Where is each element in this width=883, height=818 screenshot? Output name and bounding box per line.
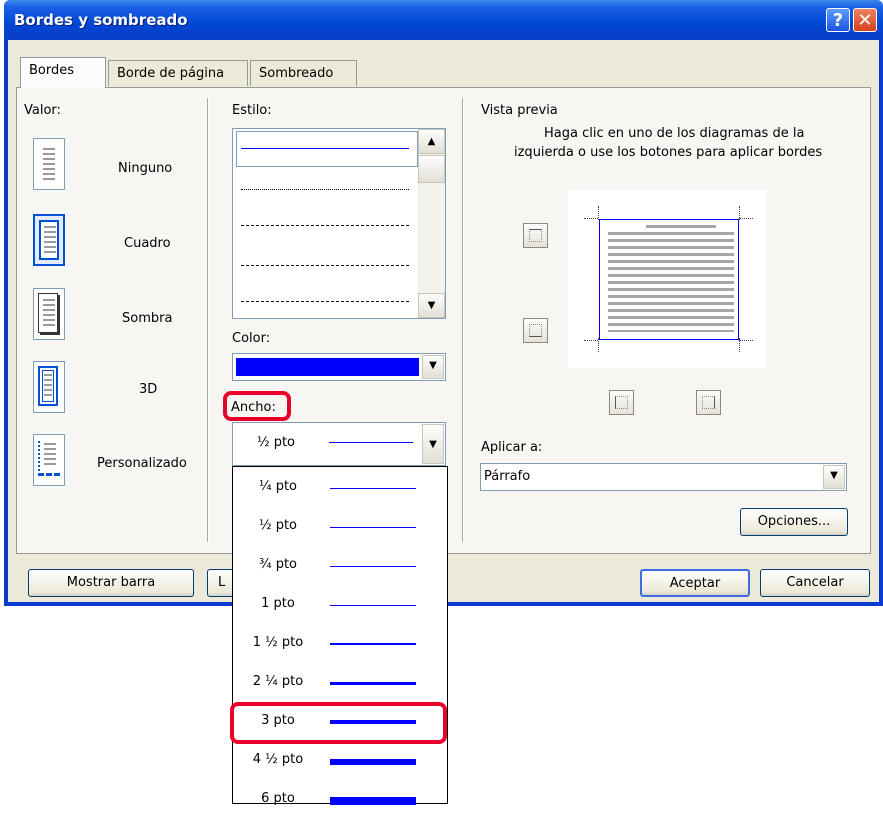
tab-label: Bordes <box>29 63 75 78</box>
setting-box-label[interactable]: Cuadro <box>124 236 171 251</box>
scroll-down-button[interactable]: ▼ <box>418 293 445 318</box>
right-border-icon <box>702 396 715 409</box>
width-current-sample <box>329 442 413 443</box>
width-option[interactable]: 1 ½ pto <box>233 623 447 662</box>
width-option-label: ¼ pto <box>258 479 298 494</box>
width-option-label: ½ pto <box>258 518 298 533</box>
setting-none-icon[interactable] <box>33 138 65 190</box>
width-option-label: 1 pto <box>261 596 295 611</box>
column-divider <box>462 98 464 542</box>
style-option-dashed-large[interactable] <box>241 265 409 266</box>
options-button[interactable]: Opciones... <box>740 508 848 536</box>
preview-hint-line1: Haga clic en uno de los diagramas de la <box>544 126 805 141</box>
width-option[interactable]: 1 pto <box>233 584 447 623</box>
apply-to-value: Párrafo <box>484 469 531 484</box>
width-option-label: 2 ¼ pto <box>252 674 304 689</box>
border-right-button[interactable] <box>696 390 721 415</box>
width-option[interactable]: 6 pto <box>233 779 447 818</box>
setting-shadow-label[interactable]: Sombra <box>122 311 172 326</box>
tab-label: Borde de página <box>117 66 225 81</box>
width-option-sample <box>330 488 416 489</box>
setting-label: Valor: <box>24 103 61 118</box>
setting-shadow-icon[interactable] <box>33 288 65 340</box>
width-option-label: 1 ½ pto <box>252 635 304 650</box>
arrow-up-icon: ▲ <box>427 136 436 147</box>
color-dropdown-button[interactable]: ▼ <box>422 355 444 379</box>
preview-hint-line2: izquierda o use los botones para aplicar… <box>514 145 823 160</box>
width-option-highlight <box>230 702 447 744</box>
setting-custom-icon[interactable] <box>33 434 65 486</box>
setting-custom-label[interactable]: Personalizado <box>97 456 187 471</box>
tab-bordes[interactable]: Bordes <box>20 57 106 88</box>
width-label-highlight <box>223 391 291 421</box>
color-label: Color: <box>232 331 271 346</box>
style-selected-frame <box>236 131 418 167</box>
ok-button[interactable]: Aceptar <box>640 569 750 597</box>
width-current-value: ½ pto <box>256 435 296 450</box>
scroll-thumb[interactable] <box>418 155 445 183</box>
preview-label: Vista previa <box>481 103 558 118</box>
top-border-icon <box>529 229 542 242</box>
setting-3d-label[interactable]: 3D <box>139 382 157 397</box>
bottom-border-icon <box>529 324 542 337</box>
chevron-down-icon: ▼ <box>429 360 437 371</box>
arrow-down-icon: ▼ <box>427 300 436 311</box>
apply-to-label: Aplicar a: <box>481 440 543 455</box>
chevron-down-icon: ▼ <box>830 470 838 481</box>
style-option-dotted[interactable] <box>241 189 409 190</box>
left-border-icon <box>615 396 628 409</box>
setting-box-icon[interactable] <box>33 214 65 266</box>
style-option-solid[interactable] <box>241 148 409 149</box>
chevron-down-icon: ▼ <box>429 439 437 450</box>
width-option-label: ¾ pto <box>258 557 298 572</box>
color-combobox[interactable]: ▼ <box>232 353 446 381</box>
show-toolbar-button[interactable]: Mostrar barra <box>28 569 194 597</box>
column-divider <box>207 98 209 542</box>
width-option-sample <box>330 605 416 606</box>
style-option-dash-dot[interactable] <box>241 301 409 302</box>
width-option-sample <box>330 643 416 645</box>
style-label: Estilo: <box>232 103 272 118</box>
width-combobox[interactable]: ½ pto ▼ <box>232 422 446 466</box>
apply-to-combobox[interactable]: Párrafo ▼ <box>480 463 847 491</box>
width-option-sample <box>330 682 416 685</box>
width-option[interactable]: 2 ¼ pto <box>233 662 447 701</box>
preview-area[interactable] <box>568 190 766 368</box>
width-option-sample <box>330 527 416 528</box>
setting-none-label[interactable]: Ninguno <box>118 161 172 176</box>
cancel-button[interactable]: Cancelar <box>760 569 870 597</box>
preview-paragraph-border[interactable] <box>599 219 739 340</box>
width-option-label: 4 ½ pto <box>252 752 304 767</box>
help-icon: ? <box>832 10 844 31</box>
width-option[interactable]: ½ pto <box>233 506 447 545</box>
width-option[interactable]: ¼ pto <box>233 467 447 506</box>
scroll-up-button[interactable]: ▲ <box>418 129 445 154</box>
setting-3d-icon[interactable] <box>33 361 65 413</box>
tab-sombreado[interactable]: Sombreado <box>250 60 357 86</box>
apply-to-dropdown-button[interactable]: ▼ <box>823 465 845 489</box>
help-button[interactable]: ? <box>826 8 850 32</box>
tab-label: Sombreado <box>259 66 334 81</box>
width-dropdown-list[interactable]: ¼ pto ½ pto ¾ pto 1 pto 1 ½ pto 2 ¼ pto … <box>232 466 448 806</box>
width-option-sample <box>330 566 416 567</box>
width-dropdown-button[interactable]: ▼ <box>422 424 444 464</box>
border-left-button[interactable] <box>609 390 634 415</box>
close-icon: ✕ <box>857 10 873 31</box>
width-option[interactable]: ¾ pto <box>233 545 447 584</box>
style-listbox[interactable] <box>232 128 446 319</box>
border-top-button[interactable] <box>523 223 548 248</box>
style-option-dashed-small[interactable] <box>241 225 409 226</box>
width-option-sample <box>330 759 416 765</box>
close-button[interactable]: ✕ <box>853 8 877 32</box>
width-option[interactable]: 4 ½ pto <box>233 740 447 779</box>
window-title: Bordes y sombreado <box>14 11 188 29</box>
border-bottom-button[interactable] <box>523 318 548 343</box>
tab-borde-de-pagina[interactable]: Borde de página <box>108 60 248 86</box>
color-swatch <box>236 358 419 376</box>
style-scrollbar[interactable]: ▲ ▼ <box>418 129 445 318</box>
